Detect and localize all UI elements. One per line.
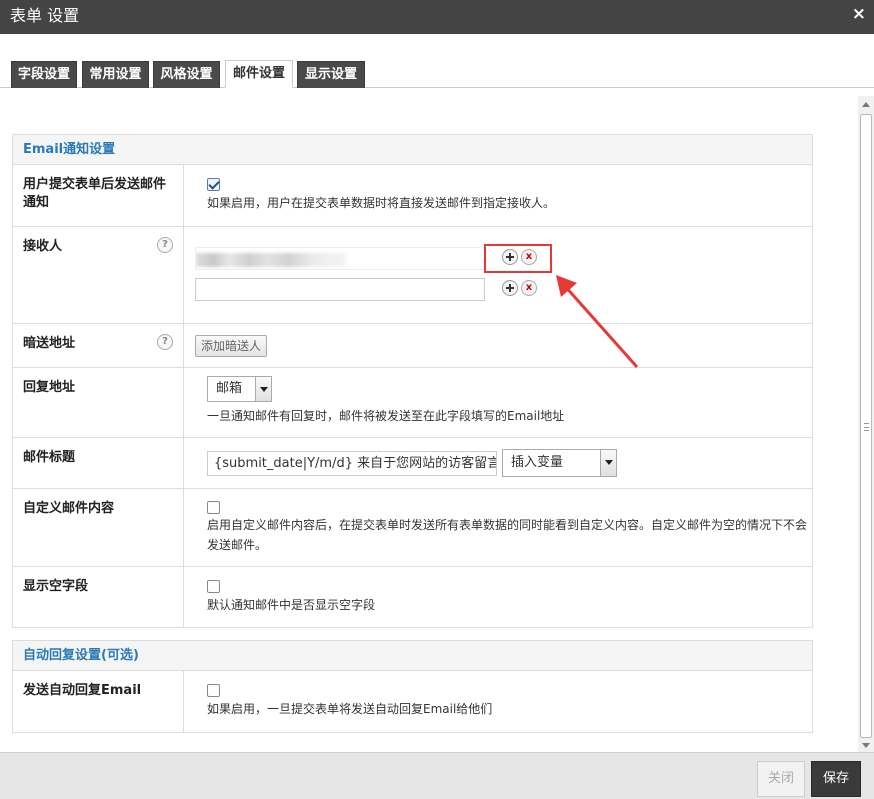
grip-icon bbox=[864, 423, 869, 431]
scroll-thumb[interactable] bbox=[860, 114, 872, 738]
save-button[interactable]: 保存 bbox=[811, 761, 861, 797]
arrow-line bbox=[562, 284, 639, 368]
scroll-down-icon[interactable] bbox=[862, 743, 870, 748]
dialog-footer: 关闭 保存 bbox=[0, 752, 874, 799]
arrow-head bbox=[556, 275, 577, 297]
scroll-up-icon[interactable] bbox=[862, 102, 870, 107]
annotation-arrow bbox=[556, 275, 639, 368]
vertical-scrollbar[interactable] bbox=[858, 96, 874, 752]
close-button[interactable]: 关闭 bbox=[757, 761, 805, 797]
